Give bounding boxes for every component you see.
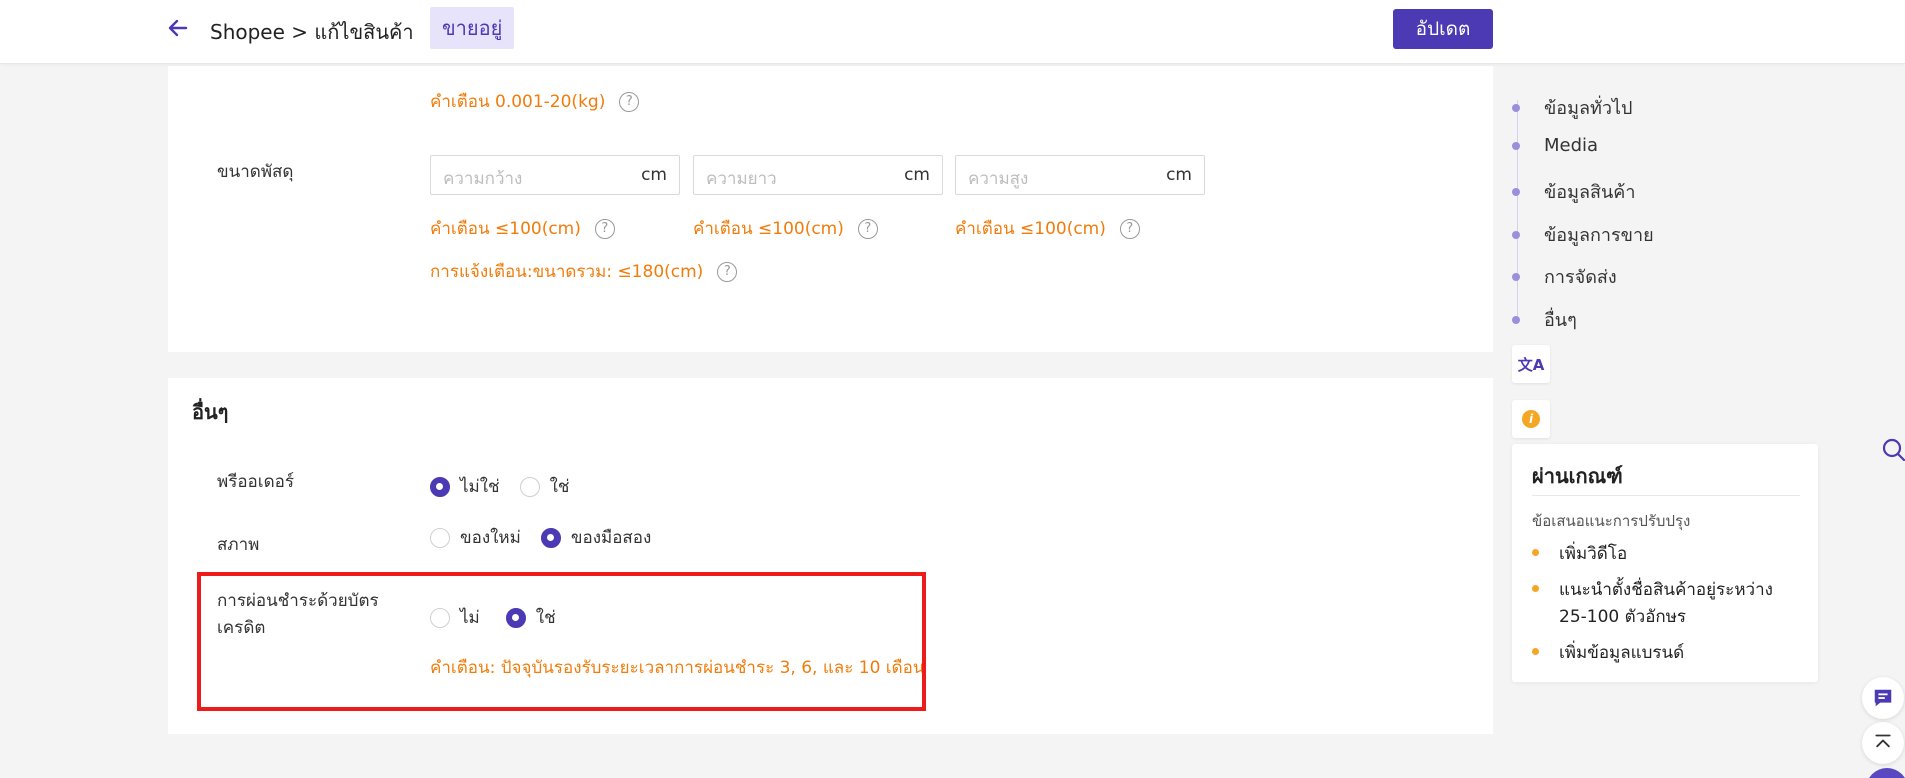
help-icon[interactable]: ? (857, 218, 878, 239)
anchor-dot (1512, 315, 1520, 324)
condition-option-new[interactable]: ของใหม่ (430, 524, 521, 551)
radio-unchecked[interactable] (430, 527, 450, 548)
quality-subtitle: ข้อเสนอแนะการปรับปรุง (1532, 512, 1691, 530)
help-icon[interactable]: ? (717, 261, 738, 282)
search-icon[interactable] (1881, 437, 1905, 461)
anchor-dot (1512, 230, 1520, 239)
radio-checked[interactable] (540, 527, 561, 548)
highlight-annotation-box (197, 572, 926, 711)
breadcrumb: Shopee > แก้ไขสินค้า (210, 20, 414, 44)
preorder-option-yes[interactable]: ใช่ (519, 473, 569, 500)
chat-button[interactable] (1862, 677, 1904, 719)
help-icon[interactable]: ? (1119, 218, 1140, 239)
quality-suggestion-item: เพิ่มวิดีโอ (1532, 541, 1799, 568)
help-icon[interactable]: ? (594, 218, 615, 239)
width-hint: คำเตือน ≤100(cm) ? (430, 215, 615, 242)
help-icon[interactable]: ? (619, 91, 640, 112)
anchor-item-others[interactable]: อื่นๆ (1512, 305, 1577, 334)
back-to-top-button[interactable] (1862, 722, 1904, 764)
quality-title: ผ่านเกณฑ์ (1532, 464, 1623, 488)
bullet-dot (1532, 549, 1539, 556)
anchor-item-general[interactable]: ข้อมูลทั่วไป (1512, 93, 1632, 122)
total-size-hint: การแจ้งเตือน:ขนาดรวม: ≤180(cm) ? (430, 258, 738, 285)
preorder-option-no[interactable]: ไม่ใช่ (430, 473, 500, 500)
shipping-section (168, 66, 1493, 352)
info-button[interactable]: i (1512, 400, 1550, 438)
section-title-others: อื่นๆ (192, 400, 229, 424)
weight-hint: คำเตือน 0.001-20(kg) ? (430, 88, 640, 115)
assistant-avatar[interactable] (1866, 768, 1905, 778)
anchor-dot (1512, 141, 1520, 150)
back-to-top-icon (1875, 734, 1891, 748)
anchor-dot (1512, 187, 1520, 196)
anchor-item-media[interactable]: Media (1512, 135, 1598, 156)
info-icon: i (1522, 410, 1540, 428)
translate-button[interactable]: 文A (1512, 345, 1550, 383)
length-input[interactable]: ความยาว cm (693, 155, 943, 195)
height-input[interactable]: ความสูง cm (955, 155, 1205, 195)
condition-option-used[interactable]: ของมือสอง (540, 524, 651, 551)
translate-icon: 文A (1517, 355, 1545, 374)
bullet-dot (1532, 585, 1539, 592)
quality-suggestion-item: แนะนำตั้งชื่อสินค้าอยู่ระหว่าง 25-100 ตั… (1532, 577, 1799, 631)
condition-radio-group: ของใหม่ ของมือสอง (430, 524, 671, 551)
back-arrow-icon[interactable] (166, 16, 190, 40)
quality-check-card: ผ่านเกณฑ์ ข้อเสนอแนะการปรับปรุง เพิ่มวิด… (1512, 444, 1818, 682)
height-hint: คำเตือน ≤100(cm) ? (955, 215, 1140, 242)
width-input[interactable]: ความกว้าง cm (430, 155, 680, 195)
quality-suggestion-item: เพิ่มข้อมูลแบรนด์ (1532, 640, 1799, 667)
length-hint: คำเตือน ≤100(cm) ? (693, 215, 878, 242)
preorder-radio-group: ไม่ใช่ ใช่ (430, 473, 589, 500)
anchor-dot (1512, 103, 1520, 112)
dimension-label: ขนาดพัสดุ (217, 162, 294, 182)
bullet-dot (1532, 648, 1539, 655)
top-header: Shopee > แก้ไขสินค้า ขายอยู่ อัปเดต (0, 0, 1905, 64)
chat-icon (1874, 689, 1892, 707)
preorder-label: พรีออเดอร์ (217, 472, 294, 492)
anchor-item-sales-info[interactable]: ข้อมูลการขาย (1512, 220, 1654, 249)
anchor-item-shipping[interactable]: การจัดส่ง (1512, 262, 1617, 291)
anchor-dot (1512, 272, 1520, 281)
anchor-item-product-info[interactable]: ข้อมูลสินค้า (1512, 177, 1635, 206)
update-button[interactable]: อัปเดต (1393, 9, 1493, 49)
status-badge: ขายอยู่ (430, 7, 515, 49)
radio-unchecked[interactable] (519, 476, 540, 497)
condition-label: สภาพ (217, 535, 260, 555)
divider (1532, 495, 1800, 496)
radio-checked[interactable] (430, 476, 450, 497)
